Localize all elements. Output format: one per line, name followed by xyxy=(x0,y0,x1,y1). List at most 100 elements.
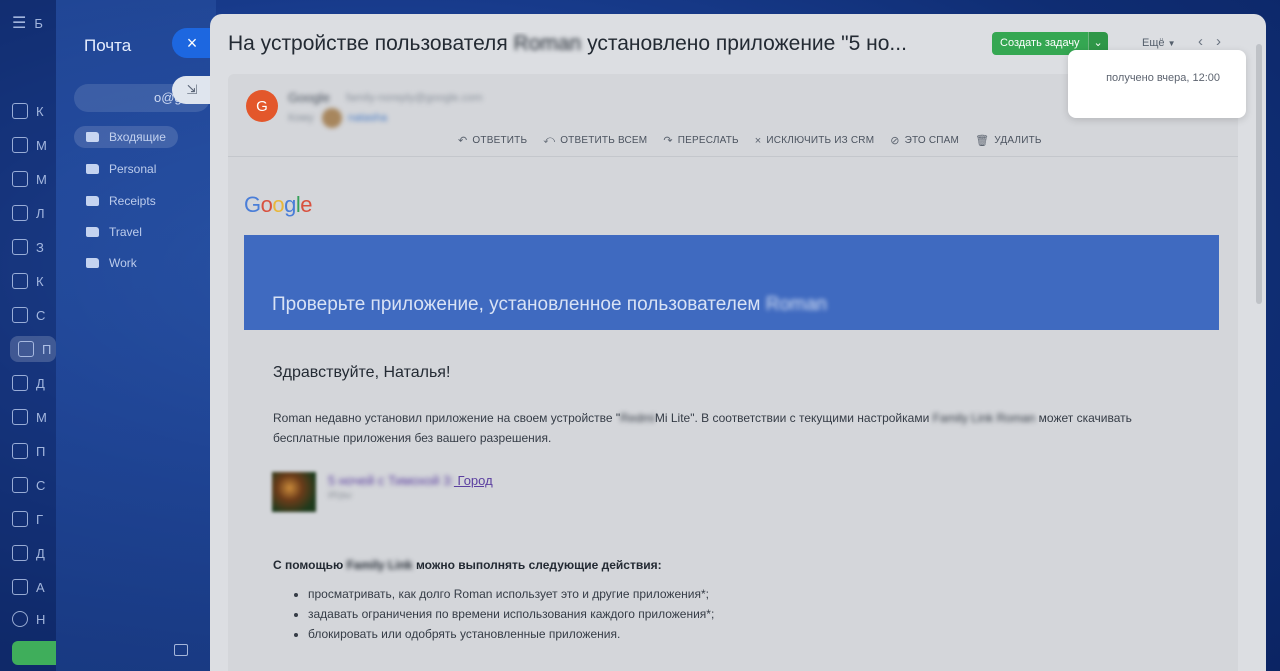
rail-bottom-button[interactable] xyxy=(12,641,56,665)
folder-work[interactable]: Work xyxy=(86,252,137,274)
email-banner: Проверьте приложение, установленное поль… xyxy=(244,235,1219,330)
app-thumbnail[interactable] xyxy=(272,472,316,512)
rail-item-5[interactable]: З xyxy=(12,234,54,260)
rail-item-2[interactable]: М xyxy=(12,132,54,158)
collapse-button[interactable]: ⇲ xyxy=(172,76,212,104)
action-label: ОТВЕТИТЬ ВСЕМ xyxy=(560,135,648,146)
received-date-tooltip: получено вчера, 12:00 xyxy=(1068,50,1246,118)
spam-button[interactable]: ⊘ ЭТО СПАМ xyxy=(890,134,959,147)
rail-icon xyxy=(12,511,28,527)
print-icon[interactable] xyxy=(174,644,188,656)
rail-icon xyxy=(12,545,28,561)
rail-label: М xyxy=(36,409,47,425)
tooltip-text: получено вчера, 12:00 xyxy=(1106,72,1220,84)
rail-menu[interactable]: ☰ Б xyxy=(12,10,54,36)
rail-label: С xyxy=(36,307,46,323)
sender-email: family-noreply@google.com xyxy=(346,92,483,104)
mail-panel-title: Почта xyxy=(84,36,132,55)
rail-item-15[interactable]: А xyxy=(12,574,54,600)
menu-icon: ☰ xyxy=(12,15,27,32)
sender-initial: G xyxy=(256,97,268,115)
rail-label: Н xyxy=(36,611,46,627)
rail-item-13[interactable]: Г xyxy=(12,506,54,532)
app-link[interactable]: 5 ночей с Тимохой 3: Город xyxy=(328,473,493,488)
google-logo: Google xyxy=(244,192,313,217)
rail-label: Л xyxy=(36,205,45,221)
rail-item-12[interactable]: С xyxy=(12,472,54,498)
rail-label: М xyxy=(36,137,47,153)
folder-personal[interactable]: Personal xyxy=(86,158,156,180)
divider xyxy=(228,156,1238,157)
chevron-down-icon: ▼ xyxy=(1167,39,1176,48)
exclude-crm-button[interactable]: × ИСКЛЮЧИТЬ ИЗ CRM xyxy=(755,134,874,147)
features-list: просматривать, как долго Roman используе… xyxy=(290,584,714,644)
app-category: Игры xyxy=(328,490,352,501)
next-email-button[interactable]: › xyxy=(1216,33,1221,50)
reply-button[interactable]: ↶ ОТВЕТИТЬ xyxy=(458,134,527,147)
rail-item-3[interactable]: М xyxy=(12,166,54,192)
recipient-avatar xyxy=(322,108,342,128)
reply-all-icon: ⤺ xyxy=(543,134,556,146)
rail-icon xyxy=(12,137,28,153)
rail-label: Г xyxy=(36,511,44,527)
close-mail-button[interactable]: × xyxy=(172,28,212,58)
more-button[interactable]: Ещё ▼ xyxy=(1142,37,1176,49)
rail-item-14[interactable]: Д xyxy=(12,540,54,566)
rail-label: П xyxy=(36,443,46,459)
reply-icon: ↶ xyxy=(458,135,468,147)
rail-item-mail[interactable]: П xyxy=(10,336,56,362)
rail-label: Д xyxy=(36,375,45,391)
delete-button[interactable]: 🗑 УДАЛИТЬ xyxy=(975,134,1042,147)
reply-all-button[interactable]: ⤺ ОТВЕТИТЬ ВСЕМ xyxy=(543,134,647,147)
rail-item-1[interactable]: К xyxy=(12,98,54,124)
collapse-icon: ⇲ xyxy=(186,82,198,97)
banner-text: Проверьте приложение, установленное поль… xyxy=(272,294,761,315)
email-card: G Google family-noreply@google.com Кому … xyxy=(228,74,1238,671)
folder-receipts[interactable]: Receipts xyxy=(86,190,156,212)
rail-menu-label: Б xyxy=(34,15,43,31)
recipient-name[interactable]: natasha xyxy=(348,112,387,124)
scrollbar[interactable] xyxy=(1256,44,1262,304)
rail-item-settings[interactable]: Н xyxy=(12,606,54,632)
rail-item-10[interactable]: М xyxy=(12,404,54,430)
action-label: ПЕРЕСЛАТЬ xyxy=(677,135,739,146)
action-label: ИСКЛЮЧИТЬ ИЗ CRM xyxy=(766,135,875,146)
inbox-icon xyxy=(86,132,99,142)
folder-inbox[interactable]: Входящие xyxy=(74,126,178,148)
rail-icon xyxy=(12,579,28,595)
rail-item-6[interactable]: К xyxy=(12,268,54,294)
email-actions-bar: ↶ ОТВЕТИТЬ ⤺ ОТВЕТИТЬ ВСЕМ ↷ ПЕРЕСЛАТЬ ×… xyxy=(458,134,1042,147)
rail-item-11[interactable]: П xyxy=(12,438,54,464)
list-item: просматривать, как долго Roman используе… xyxy=(308,584,714,604)
rail-icon xyxy=(12,239,28,255)
rail-icon xyxy=(12,103,28,119)
folder-travel[interactable]: Travel xyxy=(86,221,142,243)
close-icon: × xyxy=(186,32,198,53)
rail-item-4[interactable]: Л xyxy=(12,200,54,226)
rail-label: К xyxy=(36,273,44,289)
folder-icon xyxy=(86,227,99,237)
rail-icon xyxy=(12,307,28,323)
more-label: Ещё xyxy=(1142,37,1165,49)
rail-icon xyxy=(12,171,28,187)
rail-label: А xyxy=(36,579,45,595)
email-subject: На устройстве пользователя Roman установ… xyxy=(228,32,907,56)
action-label: ЭТО СПАМ xyxy=(904,135,960,146)
rail-item-9[interactable]: Д xyxy=(12,370,54,396)
rail-icon xyxy=(12,477,28,493)
sender-name[interactable]: Google xyxy=(288,90,330,105)
features-app-name: Family Link xyxy=(346,558,413,572)
rail-item-7[interactable]: С xyxy=(12,302,54,328)
settings-name: Family Link Roman xyxy=(932,411,1036,425)
folder-icon xyxy=(86,196,99,206)
forward-icon: ↷ xyxy=(663,135,673,147)
subject-user-name: Roman xyxy=(513,32,582,55)
trash-icon: 🗑 xyxy=(975,135,990,147)
sender-avatar: G xyxy=(246,90,278,122)
rail-label: П xyxy=(42,341,52,357)
rail-label: Д xyxy=(36,545,45,561)
chevron-right-icon: › xyxy=(1216,33,1221,50)
close-icon: × xyxy=(754,134,762,147)
previous-email-button[interactable]: ‹ xyxy=(1198,33,1203,50)
forward-button[interactable]: ↷ ПЕРЕСЛАТЬ xyxy=(663,134,738,147)
